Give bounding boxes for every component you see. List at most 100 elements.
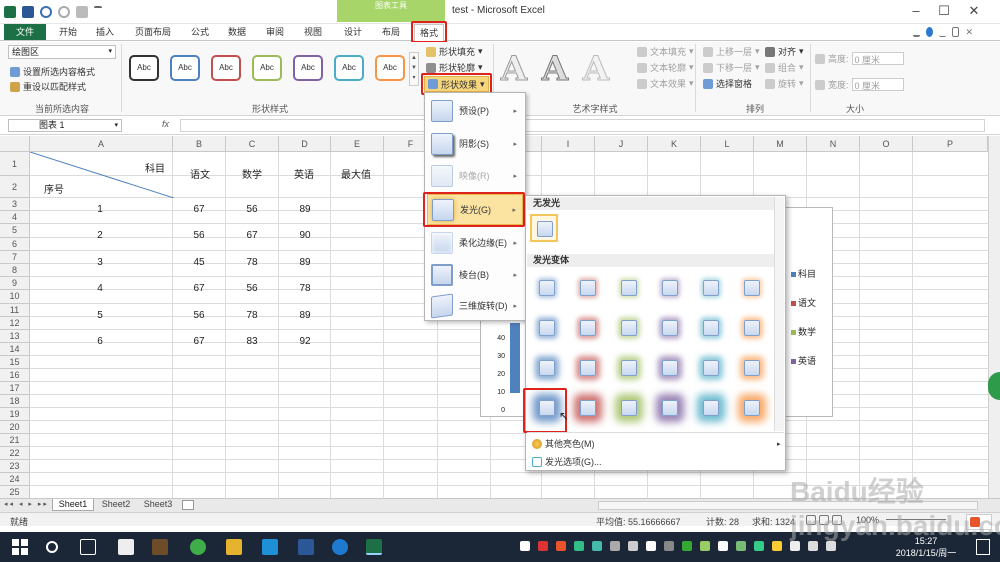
table-cell[interactable]: 56 [191,310,207,321]
tab-design[interactable]: 设计 [340,24,366,40]
glow-variant-swatch[interactable] [656,314,684,342]
column-header[interactable]: D [279,136,331,152]
word-icon[interactable] [298,539,314,555]
column-header[interactable]: L [701,136,754,152]
menu-item-bevel[interactable]: 棱台(B) ▸ [427,259,523,290]
tray-icon[interactable] [700,541,710,551]
glow-variant-swatch[interactable] [738,354,766,382]
doc-restore-icon[interactable] [951,27,960,37]
table-cell[interactable]: 45 [191,257,207,268]
app-icon[interactable] [262,539,278,555]
shape-style-swatch-black[interactable]: Abc [129,55,159,81]
table-cell[interactable]: 92 [297,336,313,347]
tray-icon[interactable] [772,541,782,551]
collapse-ribbon-icon[interactable] [913,27,920,37]
column-header[interactable]: P [913,136,988,152]
help-icon[interactable] [925,27,933,37]
row-header[interactable]: 5 [0,224,30,238]
glow-variant-swatch[interactable] [738,314,766,342]
maximize-button[interactable]: ☐ [930,2,958,20]
glow-variant-swatch[interactable] [574,274,602,302]
column-header[interactable]: C [226,136,279,152]
tab-page-layout[interactable]: 页面布局 [130,24,176,40]
browser-icon[interactable] [190,539,206,555]
undo-icon[interactable] [40,6,52,18]
glow-variant-swatch[interactable] [738,274,766,302]
row-header[interactable]: 14 [0,343,30,357]
glow-variant-swatch[interactable] [615,314,643,342]
glow-variant-swatch[interactable] [656,354,684,382]
tab-review[interactable]: 审阅 [262,24,288,40]
column-header[interactable]: O [860,136,913,152]
player-icon[interactable] [332,539,348,555]
group-button[interactable]: 组合 ▾ [765,61,804,74]
table-cell[interactable]: 4 [92,283,108,294]
row-header[interactable]: 25 [0,486,30,498]
width-field[interactable]: 宽度: 0 厘米 [815,78,904,91]
tab-file[interactable]: 文件 [4,24,46,40]
no-glow-option[interactable] [530,214,558,242]
tray-icon[interactable] [736,541,746,551]
row-header[interactable]: 21 [0,434,30,448]
table-cell[interactable]: 67 [191,283,207,294]
menu-item-soft-edges[interactable]: 柔化边缘(E) ▸ [427,227,523,258]
minimize-button[interactable]: – [902,2,930,20]
row-header[interactable]: 6 [0,237,30,251]
column-header[interactable]: K [648,136,701,152]
glow-variant-swatch[interactable] [574,394,602,422]
insert-function-icon[interactable]: fx [162,119,169,129]
table-cell[interactable]: 5 [92,310,108,321]
text-effects-button[interactable]: 文本效果 ▾ [637,77,694,90]
select-all-corner[interactable] [0,136,30,152]
shape-style-swatch-green[interactable]: Abc [252,55,282,81]
tray-icon[interactable] [682,541,692,551]
glow-variant-swatch[interactable] [615,354,643,382]
doc-close-icon[interactable]: ✕ [965,27,973,37]
shape-style-swatch-blue[interactable]: Abc [170,55,200,81]
row-header[interactable]: 7 [0,250,30,264]
row-header[interactable]: 23 [0,460,30,474]
menu-item-shadow[interactable]: 阴影(S) ▸ [427,128,523,159]
reset-style-button[interactable]: 重设以匹配样式 [10,80,86,93]
glow-variant-swatch[interactable] [533,274,561,302]
glow-variant-swatch[interactable] [656,394,684,422]
wordart-style-2[interactable]: A [538,52,572,87]
customize-qat-icon[interactable] [94,6,102,18]
table-cell[interactable]: 83 [244,336,260,347]
wifi-icon[interactable] [808,541,818,551]
glow-variant-swatch[interactable] [697,314,725,342]
tray-icon[interactable] [520,541,530,551]
volume-icon[interactable] [826,541,836,551]
row-header[interactable]: 12 [0,316,30,330]
folder-icon[interactable] [226,539,242,555]
table-cell[interactable]: 3 [92,257,108,268]
row-header[interactable]: 19 [0,408,30,422]
shape-styles-more-button[interactable]: ▲ ▼ ▾ [409,52,419,86]
insert-sheet-icon[interactable] [182,500,194,510]
glow-variant-swatch[interactable] [656,274,684,302]
shape-style-swatch-orange[interactable]: Abc [375,55,405,81]
row-header[interactable]: 18 [0,395,30,409]
row-header[interactable]: 15 [0,356,30,370]
table-cell[interactable]: 56 [191,230,207,241]
table-cell[interactable]: 78 [244,310,260,321]
text-fill-button[interactable]: 文本填充 ▾ [637,45,694,58]
menu-item-reflection[interactable]: 映像(R) ▸ [427,160,523,191]
glow-options-item[interactable]: 发光选项(G)... [532,455,602,468]
redo-icon[interactable] [58,6,70,18]
task-view-icon[interactable] [80,539,96,555]
shape-fill-button[interactable]: 形状填充 ▾ [426,45,483,58]
table-cell[interactable]: 56 [244,283,260,294]
menu-item-3d-rotation[interactable]: 三维旋转(D) ▸ [427,290,523,321]
formula-input[interactable] [180,119,985,132]
tray-icon[interactable] [718,541,728,551]
table-cell[interactable]: 89 [297,204,313,215]
shape-style-swatch-purple[interactable]: Abc [293,55,323,81]
height-field[interactable]: 高度: 0 厘米 [815,52,904,65]
chart-elements-dropdown[interactable]: 绘图区 ▾ [8,45,116,59]
name-box[interactable]: 图表 1 ▾ [8,119,122,132]
tab-insert[interactable]: 插入 [92,24,118,40]
send-backward-button[interactable]: 下移一层 ▾ [703,61,760,74]
table-cell[interactable]: 78 [244,257,260,268]
sheet-tab[interactable]: Sheet2 [96,499,136,511]
